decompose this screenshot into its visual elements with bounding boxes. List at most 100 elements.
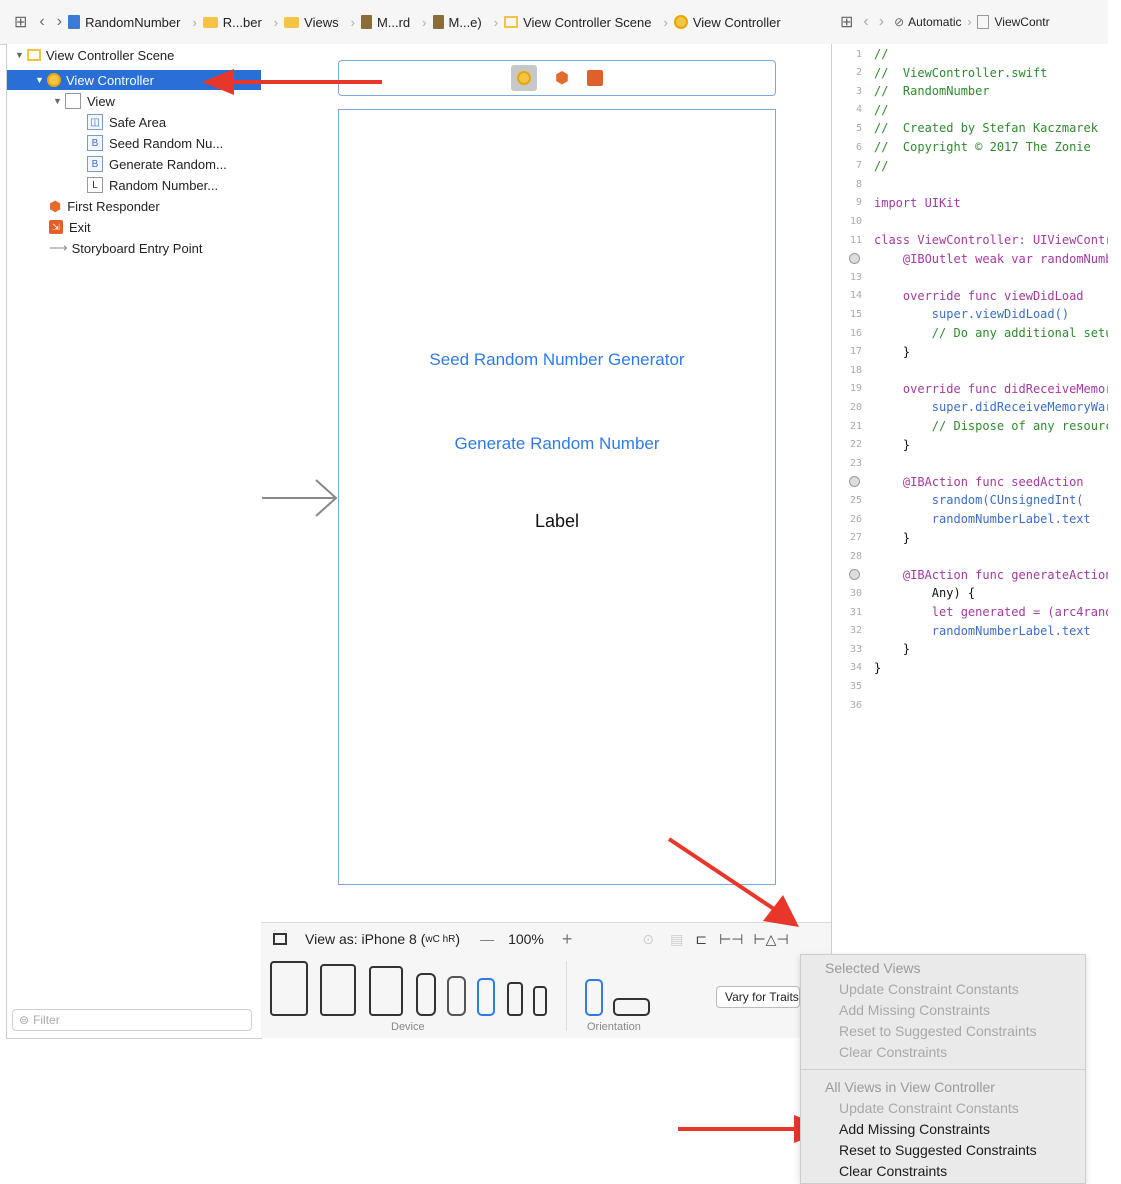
- pin-icon[interactable]: ⊢⊣: [719, 931, 743, 948]
- resolve-issues-icon[interactable]: ⊢△⊣: [753, 931, 788, 948]
- view-controller-scene[interactable]: Seed Random Number Generator Generate Ra…: [338, 109, 776, 885]
- code-line[interactable]: @IBAction func seedAction: [832, 473, 1084, 491]
- code-line[interactable]: 20 super.didReceiveMemoryWarning: [832, 398, 1108, 416]
- device-ipad-pro-10-icon[interactable]: [320, 964, 356, 1016]
- generate-button[interactable]: Generate Random Number: [339, 434, 775, 454]
- random-number-label[interactable]: Label: [339, 511, 775, 532]
- code-line[interactable]: 21 // Dispose of any resources: [832, 417, 1108, 435]
- breadcrumb-group[interactable]: R...ber: [202, 15, 262, 30]
- entry-point-arrow[interactable]: [262, 478, 340, 518]
- code-line[interactable]: 19 override func didReceiveMemoryWarning: [832, 380, 1108, 398]
- outline-seed-button[interactable]: B Seed Random Nu...: [87, 133, 223, 153]
- device-ipad-icon[interactable]: [369, 966, 403, 1016]
- code-line[interactable]: 27 }: [832, 529, 910, 547]
- menu-item-reset-suggested-all[interactable]: Reset to Suggested Constraints: [839, 1142, 1037, 1158]
- code-line[interactable]: 30 Any) {: [832, 584, 975, 602]
- grid-icon[interactable]: ⊞: [14, 12, 27, 32]
- code-line[interactable]: 9 import UIKit: [832, 194, 961, 212]
- outline-entry-point[interactable]: ⟶ Storyboard Entry Point: [49, 238, 202, 258]
- back-icon[interactable]: ‹: [39, 13, 44, 31]
- device-iphone-x-icon[interactable]: [447, 976, 466, 1016]
- portrait-orientation-icon[interactable]: [585, 979, 603, 1016]
- code-line[interactable]: 32 randomNumberLabel.text: [832, 622, 1091, 640]
- code-line[interactable]: 25 srandom(CUnsignedInt(: [832, 491, 1084, 509]
- outline-scene[interactable]: ▼ View Controller Scene: [15, 45, 174, 65]
- code-line[interactable]: @IBOutlet weak var randomNumberLabel: [832, 250, 1108, 268]
- outline-safe-area[interactable]: ◫ Safe Area: [87, 112, 166, 132]
- exit-icon[interactable]: [586, 70, 603, 86]
- code-line[interactable]: 3 // RandomNumber: [832, 82, 990, 100]
- breadcrumb-project[interactable]: RandomNumber: [68, 15, 180, 30]
- disclosure-triangle-icon[interactable]: ▼: [35, 75, 47, 85]
- code-line[interactable]: 4 //: [832, 101, 888, 119]
- menu-item-clear-all[interactable]: Clear Constraints: [839, 1163, 947, 1179]
- code-line[interactable]: 7 //: [832, 157, 888, 175]
- outline-generate-button[interactable]: B Generate Random...: [87, 154, 227, 174]
- assistant-mode[interactable]: Automatic: [908, 15, 961, 29]
- code-line[interactable]: 16 // Do any additional setup: [832, 324, 1108, 342]
- menu-item-add-missing-all[interactable]: Add Missing Constraints: [839, 1121, 990, 1137]
- code-line[interactable]: 35: [832, 677, 874, 695]
- landscape-orientation-icon[interactable]: [613, 998, 650, 1016]
- zoom-in-button[interactable]: +: [562, 929, 573, 950]
- disclosure-triangle-icon[interactable]: ▼: [15, 50, 27, 60]
- breadcrumb-storyboard[interactable]: M...rd: [360, 15, 410, 30]
- assistant-file[interactable]: ViewContr: [994, 15, 1049, 29]
- code-line[interactable]: 18: [832, 361, 874, 379]
- device-iphone-plus-icon[interactable]: [416, 973, 436, 1016]
- first-responder-icon[interactable]: ⬢: [555, 68, 569, 88]
- breadcrumb-scene[interactable]: View Controller Scene: [504, 15, 651, 30]
- filter-field[interactable]: ⊜ Filter: [12, 1009, 252, 1031]
- seed-button[interactable]: Seed Random Number Generator: [339, 350, 775, 370]
- disclosure-triangle-icon[interactable]: ▼: [53, 96, 65, 106]
- forward-icon[interactable]: ›: [879, 13, 884, 31]
- device-ipad-pro-12-icon[interactable]: [270, 961, 308, 1016]
- outline-label[interactable]: L Random Number...: [87, 175, 218, 195]
- code-line[interactable]: 36: [832, 696, 874, 714]
- code-line[interactable]: 17 }: [832, 343, 910, 361]
- code-line[interactable]: 6 // Copyright © 2017 The Zonie: [832, 138, 1091, 156]
- code-line[interactable]: 34}: [832, 659, 881, 677]
- code-line[interactable]: 23: [832, 454, 874, 472]
- code-line[interactable]: 15 super.viewDidLoad(): [832, 305, 1069, 323]
- code-line[interactable]: 5 // Created by Stefan Kaczmarek: [832, 119, 1098, 137]
- code-line[interactable]: 31 let generated = (arc4random: [832, 603, 1108, 621]
- back-icon[interactable]: ‹: [863, 13, 868, 31]
- connection-dot-icon[interactable]: [849, 476, 860, 488]
- code-line[interactable]: 13: [832, 268, 874, 286]
- code-line[interactable]: 28: [832, 547, 874, 565]
- code-line[interactable]: 26 randomNumberLabel.text: [832, 510, 1091, 528]
- device-iphone-4s-icon[interactable]: [533, 986, 547, 1016]
- forward-icon[interactable]: ›: [57, 13, 62, 31]
- code-editor[interactable]: 1 // 2 // ViewController.swift 3 // RandomNum…: [832, 44, 1108, 1038]
- device-iphone-se-icon[interactable]: [507, 982, 523, 1016]
- code-line[interactable]: 14 override func viewDidLoad: [832, 287, 1084, 305]
- sidebar-toggle-icon[interactable]: [273, 933, 287, 945]
- align-icon[interactable]: ⊏: [695, 931, 707, 948]
- view-controller-dock-icon[interactable]: [511, 65, 538, 91]
- outline-exit[interactable]: ⇲ Exit: [49, 217, 91, 237]
- outline-view[interactable]: ▼ View: [53, 91, 115, 111]
- code-line[interactable]: 2 // ViewController.swift: [832, 64, 1047, 82]
- zoom-out-button[interactable]: —: [480, 931, 494, 947]
- breadcrumb-views[interactable]: Views: [284, 15, 339, 30]
- code-line[interactable]: 10: [832, 212, 874, 230]
- code-line[interactable]: 33 }: [832, 640, 910, 658]
- connection-dot-icon[interactable]: [849, 253, 860, 265]
- grid-icon[interactable]: ⊞: [840, 12, 853, 32]
- menu-item-add-missing-selected: Add Missing Constraints: [839, 1002, 990, 1018]
- device-iphone-8-icon[interactable]: [477, 978, 495, 1016]
- breadcrumb-controller[interactable]: View Controller: [673, 15, 781, 30]
- outline-first-responder[interactable]: ⬢ First Responder: [49, 196, 160, 216]
- vary-for-traits-button[interactable]: Vary for Traits: [716, 986, 800, 1008]
- code-line[interactable]: 11 class ViewController: UIViewController: [832, 231, 1108, 249]
- view-as-label[interactable]: View as: iPhone 8 (: [305, 931, 425, 947]
- breadcrumb-base[interactable]: M...e): [432, 15, 482, 30]
- code-line[interactable]: @IBAction func generateAction: [832, 566, 1108, 584]
- code-line[interactable]: 1 //: [832, 45, 888, 63]
- code-line[interactable]: 22 }: [832, 436, 910, 454]
- connection-dot-icon[interactable]: [849, 569, 860, 581]
- embed-stack-icon[interactable]: ▤: [670, 931, 683, 948]
- update-frames-icon[interactable]: ⊙: [642, 931, 654, 948]
- code-line[interactable]: 8: [832, 175, 874, 193]
